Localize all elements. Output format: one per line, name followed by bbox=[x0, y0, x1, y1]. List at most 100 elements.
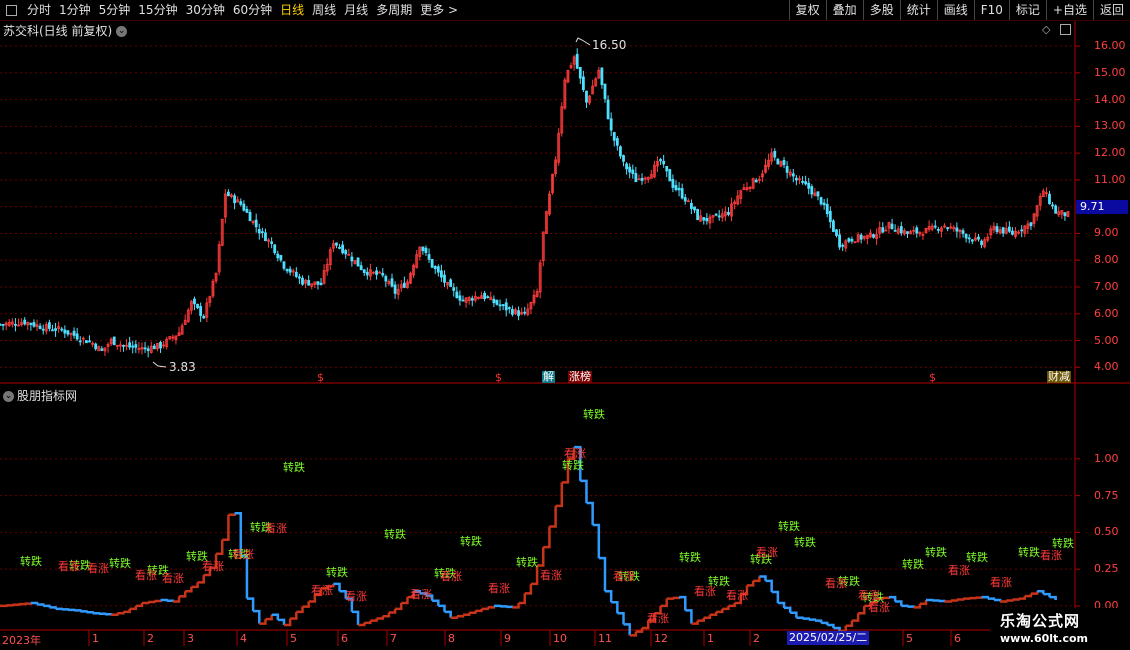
indicator-step bbox=[86, 611, 94, 614]
candle-body bbox=[29, 322, 33, 325]
candle-body bbox=[828, 210, 832, 223]
toolbar-button-0[interactable]: 复权 bbox=[788, 0, 826, 20]
candle-body bbox=[406, 281, 409, 289]
price-axis-label: 13.00 bbox=[1094, 119, 1126, 133]
layout-toggle-icon[interactable] bbox=[6, 4, 17, 16]
rank-marker[interactable]: 涨榜 bbox=[568, 371, 592, 383]
candle-body bbox=[100, 348, 104, 351]
candle-body bbox=[325, 263, 329, 272]
candle-body bbox=[569, 65, 573, 69]
period-tab-9[interactable]: 多周期 bbox=[372, 0, 416, 20]
candle-body bbox=[869, 232, 872, 238]
panel-maximize-icon[interactable] bbox=[1060, 24, 1071, 35]
period-tab-2[interactable]: 5分钟 bbox=[95, 0, 135, 20]
period-tab-10[interactable]: 更多 > bbox=[416, 0, 462, 20]
x-axis-label: 2 bbox=[753, 632, 760, 645]
indicator-panel-title[interactable]: ⌄ 股朋指标网 bbox=[3, 387, 77, 404]
finance-marker[interactable]: 财减 bbox=[1047, 371, 1071, 383]
price-axis-label: 9.00 bbox=[1094, 226, 1119, 240]
candle-body bbox=[301, 277, 304, 285]
candle-body bbox=[723, 211, 727, 217]
candle-body bbox=[183, 319, 187, 325]
indicator-step bbox=[333, 582, 341, 592]
period-tab-7[interactable]: 周线 bbox=[308, 0, 340, 20]
period-tab-5[interactable]: 60分钟 bbox=[229, 0, 276, 20]
toolbar-button-4[interactable]: 画线 bbox=[936, 0, 974, 20]
candle-body bbox=[671, 179, 675, 188]
stock-chart[interactable] bbox=[0, 0, 1130, 650]
indicator-step bbox=[907, 605, 915, 608]
candle-body bbox=[915, 227, 919, 234]
candle-body bbox=[862, 235, 866, 239]
candle-body bbox=[365, 271, 369, 276]
candle-body bbox=[652, 164, 656, 178]
diamond-icon[interactable]: ◇ bbox=[1042, 23, 1050, 36]
candle-body bbox=[1051, 204, 1054, 207]
candle-body bbox=[899, 226, 903, 234]
indicator-title: 股朋指标网 bbox=[17, 389, 78, 403]
candle-body bbox=[498, 304, 502, 307]
signal-buy-label: 看涨 bbox=[202, 560, 224, 573]
toolbar-button-6[interactable]: 标记 bbox=[1008, 0, 1046, 20]
signal-buy-label: 看涨 bbox=[694, 585, 716, 598]
indicator-step bbox=[592, 523, 601, 559]
indicator-step bbox=[80, 610, 88, 613]
candle-body bbox=[264, 232, 267, 242]
toolbar-button-1[interactable]: 叠加 bbox=[825, 0, 863, 20]
chevron-down-icon[interactable]: ⌄ bbox=[3, 391, 14, 402]
toolbar-button-2[interactable]: 多股 bbox=[862, 0, 900, 20]
candle-body bbox=[659, 159, 662, 162]
dividend-marker[interactable]: $ bbox=[316, 372, 325, 384]
candle-body bbox=[156, 342, 159, 350]
unlock-marker[interactable]: 解 bbox=[542, 371, 555, 383]
toolbar-button-7[interactable]: +自选 bbox=[1045, 0, 1093, 20]
candle-body bbox=[461, 299, 465, 302]
indicator-step bbox=[30, 601, 39, 605]
toolbar-button-8[interactable]: 返回 bbox=[1092, 0, 1130, 20]
dividend-marker[interactable]: $ bbox=[928, 372, 937, 384]
dividend-marker[interactable]: $ bbox=[494, 372, 503, 384]
candle-body bbox=[1063, 212, 1067, 217]
indicator-step bbox=[802, 617, 810, 620]
indicator-step bbox=[388, 608, 397, 614]
indicator-step bbox=[697, 617, 706, 622]
candle-body bbox=[1032, 213, 1036, 224]
candle-body bbox=[353, 260, 357, 264]
x-axis-label: 5 bbox=[290, 632, 297, 645]
candle-body bbox=[631, 169, 635, 174]
candle-body bbox=[230, 194, 233, 198]
indicator-step bbox=[438, 604, 446, 612]
indicator-step bbox=[703, 614, 712, 619]
indicator-step bbox=[784, 606, 792, 613]
candle-body bbox=[319, 282, 323, 286]
signal-buy-label: 看涨 bbox=[647, 612, 669, 625]
candle-body bbox=[794, 177, 798, 181]
period-tab-0[interactable]: 分时 bbox=[23, 0, 55, 20]
period-tab-3[interactable]: 15分钟 bbox=[134, 0, 181, 20]
indicator-step bbox=[469, 610, 477, 615]
period-tab-1[interactable]: 1分钟 bbox=[55, 0, 95, 20]
indicator-step bbox=[598, 556, 607, 592]
candle-body bbox=[690, 202, 693, 209]
candle-body bbox=[748, 186, 752, 189]
indicator-series bbox=[0, 445, 1057, 637]
candle-body bbox=[761, 173, 764, 178]
candle-body bbox=[557, 132, 561, 163]
toolbar-button-3[interactable]: 统计 bbox=[899, 0, 937, 20]
candle-body bbox=[10, 321, 14, 325]
toolbar-button-5[interactable]: F10 bbox=[973, 0, 1009, 20]
candle-body bbox=[952, 226, 956, 230]
candle-body bbox=[233, 195, 236, 204]
period-tab-6[interactable]: 日线 bbox=[276, 0, 308, 20]
candle-body bbox=[643, 177, 647, 180]
indicator-step bbox=[759, 575, 767, 581]
indicator-step bbox=[191, 582, 199, 589]
candle-body bbox=[17, 324, 20, 327]
chevron-down-icon[interactable]: ⌄ bbox=[116, 26, 128, 37]
indicator-step bbox=[24, 602, 33, 605]
candle-body bbox=[1026, 223, 1030, 229]
price-panel-title[interactable]: 苏交科(日线 前复权) ⌄ bbox=[3, 22, 128, 39]
period-tab-8[interactable]: 月线 bbox=[340, 0, 372, 20]
period-tab-4[interactable]: 30分钟 bbox=[182, 0, 229, 20]
x-axis-label: 8 bbox=[448, 632, 455, 645]
